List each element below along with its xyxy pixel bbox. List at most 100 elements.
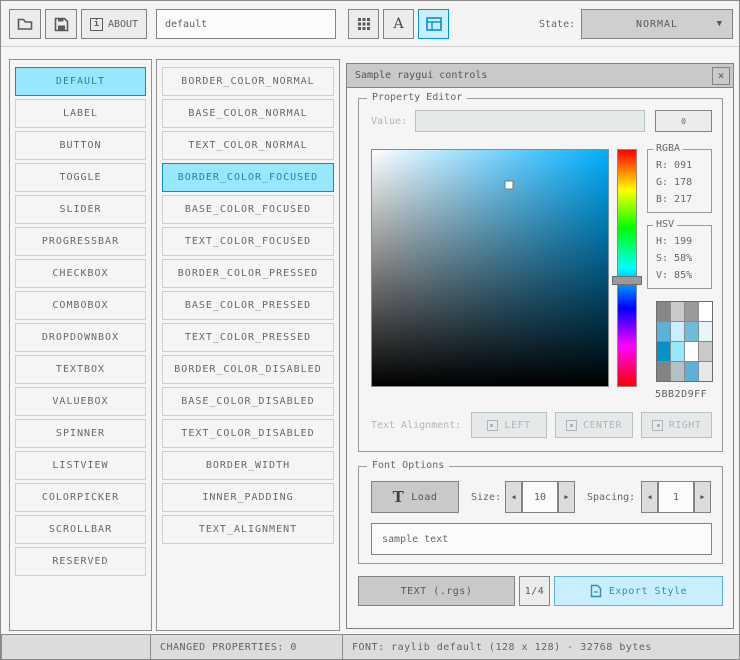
rgba-group: RGBA R: 091 G: 178 B: 217 xyxy=(647,143,712,213)
color-swatch[interactable] xyxy=(671,302,684,321)
list-item[interactable]: DROPDOWNBOX xyxy=(15,323,146,352)
list-item[interactable]: TEXT_COLOR_DISABLED xyxy=(162,419,334,448)
list-item[interactable]: INNER_PADDING xyxy=(162,483,334,512)
state-label: State: xyxy=(539,18,576,30)
close-button[interactable]: × xyxy=(712,66,730,85)
list-item[interactable]: BASE_COLOR_DISABLED xyxy=(162,387,334,416)
save-style-button[interactable] xyxy=(45,9,77,39)
state-dropdown-value: NORMAL xyxy=(635,18,679,30)
controls-list: DEFAULT LABEL BUTTON TOGGLE SLIDER PROGRESSBA… xyxy=(9,59,152,631)
value-button[interactable]: 0 xyxy=(655,110,712,132)
color-swatch[interactable] xyxy=(657,342,670,361)
toolbar: i ABOUT A State: NORMAL xyxy=(1,1,739,47)
about-button-label: ABOUT xyxy=(107,18,139,30)
color-swatch[interactable] xyxy=(685,362,698,381)
hue-slider[interactable] xyxy=(612,149,642,387)
list-item[interactable]: BORDER_COLOR_FOCUSED xyxy=(162,163,334,192)
hsv-group-label: HSV xyxy=(653,219,678,230)
list-item[interactable]: TOGGLE xyxy=(15,163,146,192)
spacing-value[interactable]: 1 xyxy=(658,481,694,513)
list-item[interactable]: RESERVED xyxy=(15,547,146,576)
chevron-down-icon: ▼ xyxy=(716,19,723,29)
color-swatch[interactable] xyxy=(671,322,684,341)
list-item[interactable]: SPINNER xyxy=(15,419,146,448)
info-icon: i xyxy=(89,17,103,31)
statusbar-font-info: FONT: raylib default (128 x 128) - 32768… xyxy=(342,634,739,659)
color-swatch[interactable] xyxy=(671,362,684,381)
hsv-group: HSV H: 199 S: 58% V: 85% xyxy=(647,219,712,289)
font-settings-button[interactable]: A xyxy=(383,9,414,39)
page-counter-button[interactable]: 1/4 xyxy=(519,576,550,606)
list-item[interactable]: BASE_COLOR_PRESSED xyxy=(162,291,334,320)
style-table-button[interactable] xyxy=(418,9,449,39)
align-right-button[interactable]: RIGHT xyxy=(641,412,712,438)
value-input[interactable] xyxy=(415,110,645,132)
color-swatch[interactable] xyxy=(657,302,670,321)
list-item[interactable]: TEXT_COLOR_NORMAL xyxy=(162,131,334,160)
changed-properties-text: CHANGED PROPERTIES: 0 xyxy=(160,642,297,653)
size-decrement-button[interactable]: ◀ xyxy=(505,481,522,513)
list-item[interactable]: TEXT_COLOR_PRESSED xyxy=(162,323,334,352)
color-swatch[interactable] xyxy=(699,302,712,321)
list-item[interactable]: LISTVIEW xyxy=(15,451,146,480)
color-swatch[interactable] xyxy=(671,342,684,361)
list-item[interactable]: COLORPICKER xyxy=(15,483,146,512)
color-swatch[interactable] xyxy=(685,342,698,361)
export-style-button[interactable]: Export Style xyxy=(554,576,723,606)
color-swatch[interactable] xyxy=(657,362,670,381)
hsv-v-value: V: 85% xyxy=(656,270,693,281)
color-swatch[interactable] xyxy=(699,362,712,381)
sample-controls-window: Sample raygui controls × Property Editor… xyxy=(346,63,734,629)
load-style-button[interactable] xyxy=(9,9,41,39)
list-item[interactable]: VALUEBOX xyxy=(15,387,146,416)
spacing-decrement-button[interactable]: ◀ xyxy=(641,481,658,513)
statusbar-left xyxy=(1,634,151,659)
rgba-group-label: RGBA xyxy=(653,143,684,154)
list-item[interactable]: BASE_COLOR_NORMAL xyxy=(162,99,334,128)
saturation-value-panel[interactable] xyxy=(371,149,609,387)
list-item[interactable]: BORDER_COLOR_DISABLED xyxy=(162,355,334,384)
list-item[interactable]: BUTTON xyxy=(15,131,146,160)
size-increment-button[interactable]: ▶ xyxy=(558,481,575,513)
color-swatch[interactable] xyxy=(657,322,670,341)
hue-slider-handle[interactable] xyxy=(612,275,642,285)
font-letter-icon: A xyxy=(393,16,404,32)
hex-color-value: 5BB2D9FF xyxy=(655,389,708,400)
list-item[interactable]: BASE_COLOR_FOCUSED xyxy=(162,195,334,224)
color-swatch[interactable] xyxy=(699,342,712,361)
list-item[interactable]: COMBOBOX xyxy=(15,291,146,320)
list-item[interactable]: BORDER_COLOR_NORMAL xyxy=(162,67,334,96)
export-format-button[interactable]: TEXT (.rgs) xyxy=(358,576,515,606)
list-item[interactable]: TEXT_COLOR_FOCUSED xyxy=(162,227,334,256)
align-right-icon xyxy=(651,419,663,431)
list-item[interactable]: LABEL xyxy=(15,99,146,128)
list-item[interactable]: CHECKBOX xyxy=(15,259,146,288)
property-editor-group: Property Editor Value: 0 RGBA R: 091 G: … xyxy=(358,92,723,452)
state-dropdown[interactable]: NORMAL ▼ xyxy=(581,9,733,39)
list-item[interactable]: DEFAULT xyxy=(15,67,146,96)
rguistyler-window: i ABOUT A State: NORMAL xyxy=(0,0,740,660)
spacing-increment-button[interactable]: ▶ xyxy=(694,481,711,513)
list-item[interactable]: PROGRESSBAR xyxy=(15,227,146,256)
align-left-button[interactable]: LEFT xyxy=(471,412,547,438)
size-value[interactable]: 10 xyxy=(522,481,558,513)
color-swatch[interactable] xyxy=(685,302,698,321)
list-item[interactable]: TEXTBOX xyxy=(15,355,146,384)
font-T-icon: T xyxy=(392,488,405,506)
color-swatch[interactable] xyxy=(685,322,698,341)
window-title-bar[interactable]: Sample raygui controls × xyxy=(347,64,733,88)
value-button-label: 0 xyxy=(681,116,686,126)
style-name-input[interactable] xyxy=(156,9,336,39)
align-center-button[interactable]: CENTER xyxy=(555,412,633,438)
list-item[interactable]: BORDER_COLOR_PRESSED xyxy=(162,259,334,288)
color-swatch[interactable] xyxy=(699,322,712,341)
load-font-button[interactable]: T Load xyxy=(371,481,459,513)
list-item[interactable]: BORDER_WIDTH xyxy=(162,451,334,480)
sample-text-box[interactable]: sample text xyxy=(371,523,712,555)
list-item[interactable]: SCROLLBAR xyxy=(15,515,146,544)
list-item[interactable]: TEXT_ALIGNMENT xyxy=(162,515,334,544)
about-button[interactable]: i ABOUT xyxy=(81,9,147,39)
list-item[interactable]: SLIDER xyxy=(15,195,146,224)
style-palette-button[interactable] xyxy=(348,9,379,39)
color-marker[interactable] xyxy=(504,180,514,190)
